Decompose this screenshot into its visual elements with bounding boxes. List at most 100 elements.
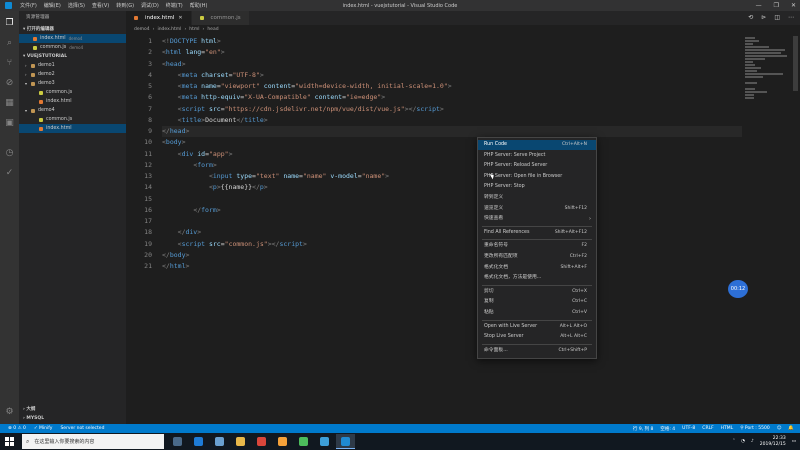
context-menu-item[interactable]: 更改所有匹配项 Ctrl+F2 [478, 252, 596, 262]
photos-icon[interactable] [273, 434, 292, 449]
code-line[interactable]: </div> [162, 227, 742, 238]
menu-item[interactable]: 选择(S) [68, 2, 85, 9]
code-line[interactable]: </html> [162, 261, 742, 272]
code-line[interactable]: <form> [162, 160, 742, 171]
context-menu-item[interactable]: PHP Server: Serve Project [478, 151, 596, 161]
indentation[interactable]: 空格: 4 [660, 426, 675, 432]
edge-icon[interactable] [189, 434, 208, 449]
context-menu-item[interactable]: Open with Live Server Alt+L Alt+O [478, 322, 596, 332]
code-line[interactable]: </form> [162, 205, 742, 216]
language-mode[interactable]: HTML [721, 426, 734, 431]
chrome-icon[interactable] [252, 434, 271, 449]
menu-item[interactable]: 帮助(H) [190, 2, 208, 9]
context-menu-item[interactable]: Run Code Ctrl+Alt+N [478, 140, 596, 150]
code-line[interactable]: <meta http-equiv="X-UA-Compatible" conte… [162, 92, 742, 103]
context-menu-item[interactable]: Find All References Shift+Alt+F12 [478, 228, 596, 238]
live-server-port[interactable]: ⚲ Port : 5500 [740, 426, 769, 431]
clock[interactable]: 22:33 2019/12/15 [760, 436, 786, 448]
code-line[interactable]: <meta charset="UTF-8"> [162, 70, 742, 81]
vscode-icon[interactable] [336, 434, 355, 449]
line-ending[interactable]: CRLF [702, 426, 713, 431]
menu-item[interactable]: 编辑(E) [44, 2, 61, 9]
tree-item[interactable]: common.js [19, 115, 126, 124]
cursor-position[interactable]: 行 9, 列 8 [633, 426, 653, 432]
code-line[interactable]: </head> [162, 126, 742, 138]
code-editor[interactable]: <!DOCTYPE html> <html lang="en"> <head> <m… [162, 36, 742, 272]
breadcrumb-item[interactable]: html [189, 25, 199, 34]
menu-item[interactable]: 查看(V) [92, 2, 109, 9]
editor-scrollbar[interactable] [793, 36, 798, 91]
wechat-icon[interactable] [294, 434, 313, 449]
feedback-icon[interactable]: ☺ [777, 426, 782, 431]
explorer-icon[interactable]: ❐ [4, 17, 15, 28]
context-menu-item[interactable]: 粘贴 Ctrl+V [478, 308, 596, 318]
volume-icon[interactable]: ♪ [751, 439, 754, 444]
tray-arrow-icon[interactable]: ˄ [733, 439, 735, 444]
tree-item[interactable]: index.html [19, 124, 126, 133]
code-line[interactable]: <meta name="viewport" content="width=dev… [162, 81, 742, 92]
context-menu-item[interactable]: 转到定义 [478, 193, 596, 203]
code-line[interactable]: <div id="app"> [162, 149, 742, 160]
notifications-icon[interactable]: 🔔 [788, 426, 794, 431]
encoding[interactable]: UTF-8 [682, 426, 695, 431]
code-line[interactable]: <body> [162, 137, 742, 148]
code-line[interactable]: <script src="common.js"></script> [162, 239, 742, 250]
open-editor-item[interactable]: common.js demo4 [19, 43, 126, 52]
windows-start-icon[interactable] [5, 437, 14, 446]
minimize-button[interactable]: — [756, 2, 762, 9]
tree-item[interactable]: index.html [19, 97, 126, 106]
context-menu-item[interactable]: 格式化文档，方法是使用... [478, 273, 596, 283]
context-menu-item[interactable]: 剪切 Ctrl+X [478, 287, 596, 297]
breadcrumb-item[interactable]: head [207, 25, 218, 34]
context-menu-item[interactable]: 重命名符号 F2 [478, 241, 596, 251]
test-icon[interactable]: ✓ [4, 167, 15, 178]
minify-indicator[interactable]: ✓ Minify [34, 426, 53, 431]
code-line[interactable]: <p>{{name}}</p> [162, 182, 742, 193]
context-menu-item[interactable]: 命令面板... Ctrl+Shift+P [478, 346, 596, 356]
close-button[interactable]: ✕ [791, 2, 796, 9]
history-icon[interactable]: ◷ [4, 147, 15, 158]
explorer-icon[interactable] [231, 434, 250, 449]
extensions-icon[interactable]: ▦ [4, 97, 15, 108]
breadcrumb-item[interactable]: index.html [157, 25, 181, 34]
remote-icon[interactable]: ▣ [4, 117, 15, 128]
context-menu-item[interactable]: 复制 Ctrl+C [478, 297, 596, 307]
context-menu-item[interactable]: PHP Server: Open file in Browser [478, 172, 596, 182]
go-live-icon[interactable]: ⟲ [748, 14, 753, 21]
menu-item[interactable]: 调试(D) [141, 2, 159, 9]
debug-icon[interactable]: ⊘ [4, 77, 15, 88]
tab-index-html[interactable]: index.html ✕ [126, 11, 192, 25]
open-preview-icon[interactable]: ⊳ [761, 14, 766, 21]
tree-item[interactable]: common.js [19, 88, 126, 97]
tree-item[interactable]: › demo1 [19, 61, 126, 70]
menu-item[interactable]: 终端(T) [166, 2, 183, 9]
search-icon[interactable]: ⌕ [4, 37, 15, 48]
code-line[interactable] [162, 216, 742, 227]
breadcrumb-item[interactable]: demo4 [134, 25, 150, 34]
context-menu-item[interactable]: PHP Server: Stop [478, 182, 596, 192]
outline-section[interactable]: › 大纲 [19, 405, 126, 414]
context-menu-item[interactable]: 速览定义 Shift+F12 [478, 204, 596, 214]
context-menu-item[interactable]: Stop Live Server Alt+L Alt+C [478, 332, 596, 342]
open-editor-item[interactable]: index.html demo4 [19, 34, 126, 43]
taskbar-search-input[interactable]: ⌕ 在这里输入你要搜索的内容 [22, 434, 164, 449]
code-line[interactable]: </body> [162, 250, 742, 261]
more-actions-icon[interactable]: ⋯ [788, 14, 794, 21]
close-icon[interactable]: ✕ [178, 15, 182, 21]
network-icon[interactable]: ◔ [741, 439, 745, 444]
tree-item[interactable]: › demo2 [19, 70, 126, 79]
context-menu-item[interactable]: 快速查看 › [478, 214, 596, 224]
minimap[interactable] [745, 36, 793, 99]
maximize-button[interactable]: ❐ [774, 2, 779, 9]
store-icon[interactable] [210, 434, 229, 449]
settings-icon[interactable]: ⚙ [4, 406, 15, 417]
tree-item[interactable]: ▾ demo3 [19, 79, 126, 88]
code-line[interactable]: <title>Document</title> [162, 115, 742, 126]
tab-common-js[interactable]: common.js [191, 11, 250, 25]
tree-item[interactable]: ▾ demo4 [19, 106, 126, 115]
menu-item[interactable]: 文件(F) [20, 2, 37, 9]
code-line[interactable]: <script src="https://cdn.jsdelivr.net/np… [162, 104, 742, 115]
open-editors-header[interactable]: ▾ 打开的编辑器 [19, 25, 126, 34]
code-line[interactable]: <!DOCTYPE html> [162, 36, 742, 47]
code-line[interactable]: <head> [162, 59, 742, 70]
